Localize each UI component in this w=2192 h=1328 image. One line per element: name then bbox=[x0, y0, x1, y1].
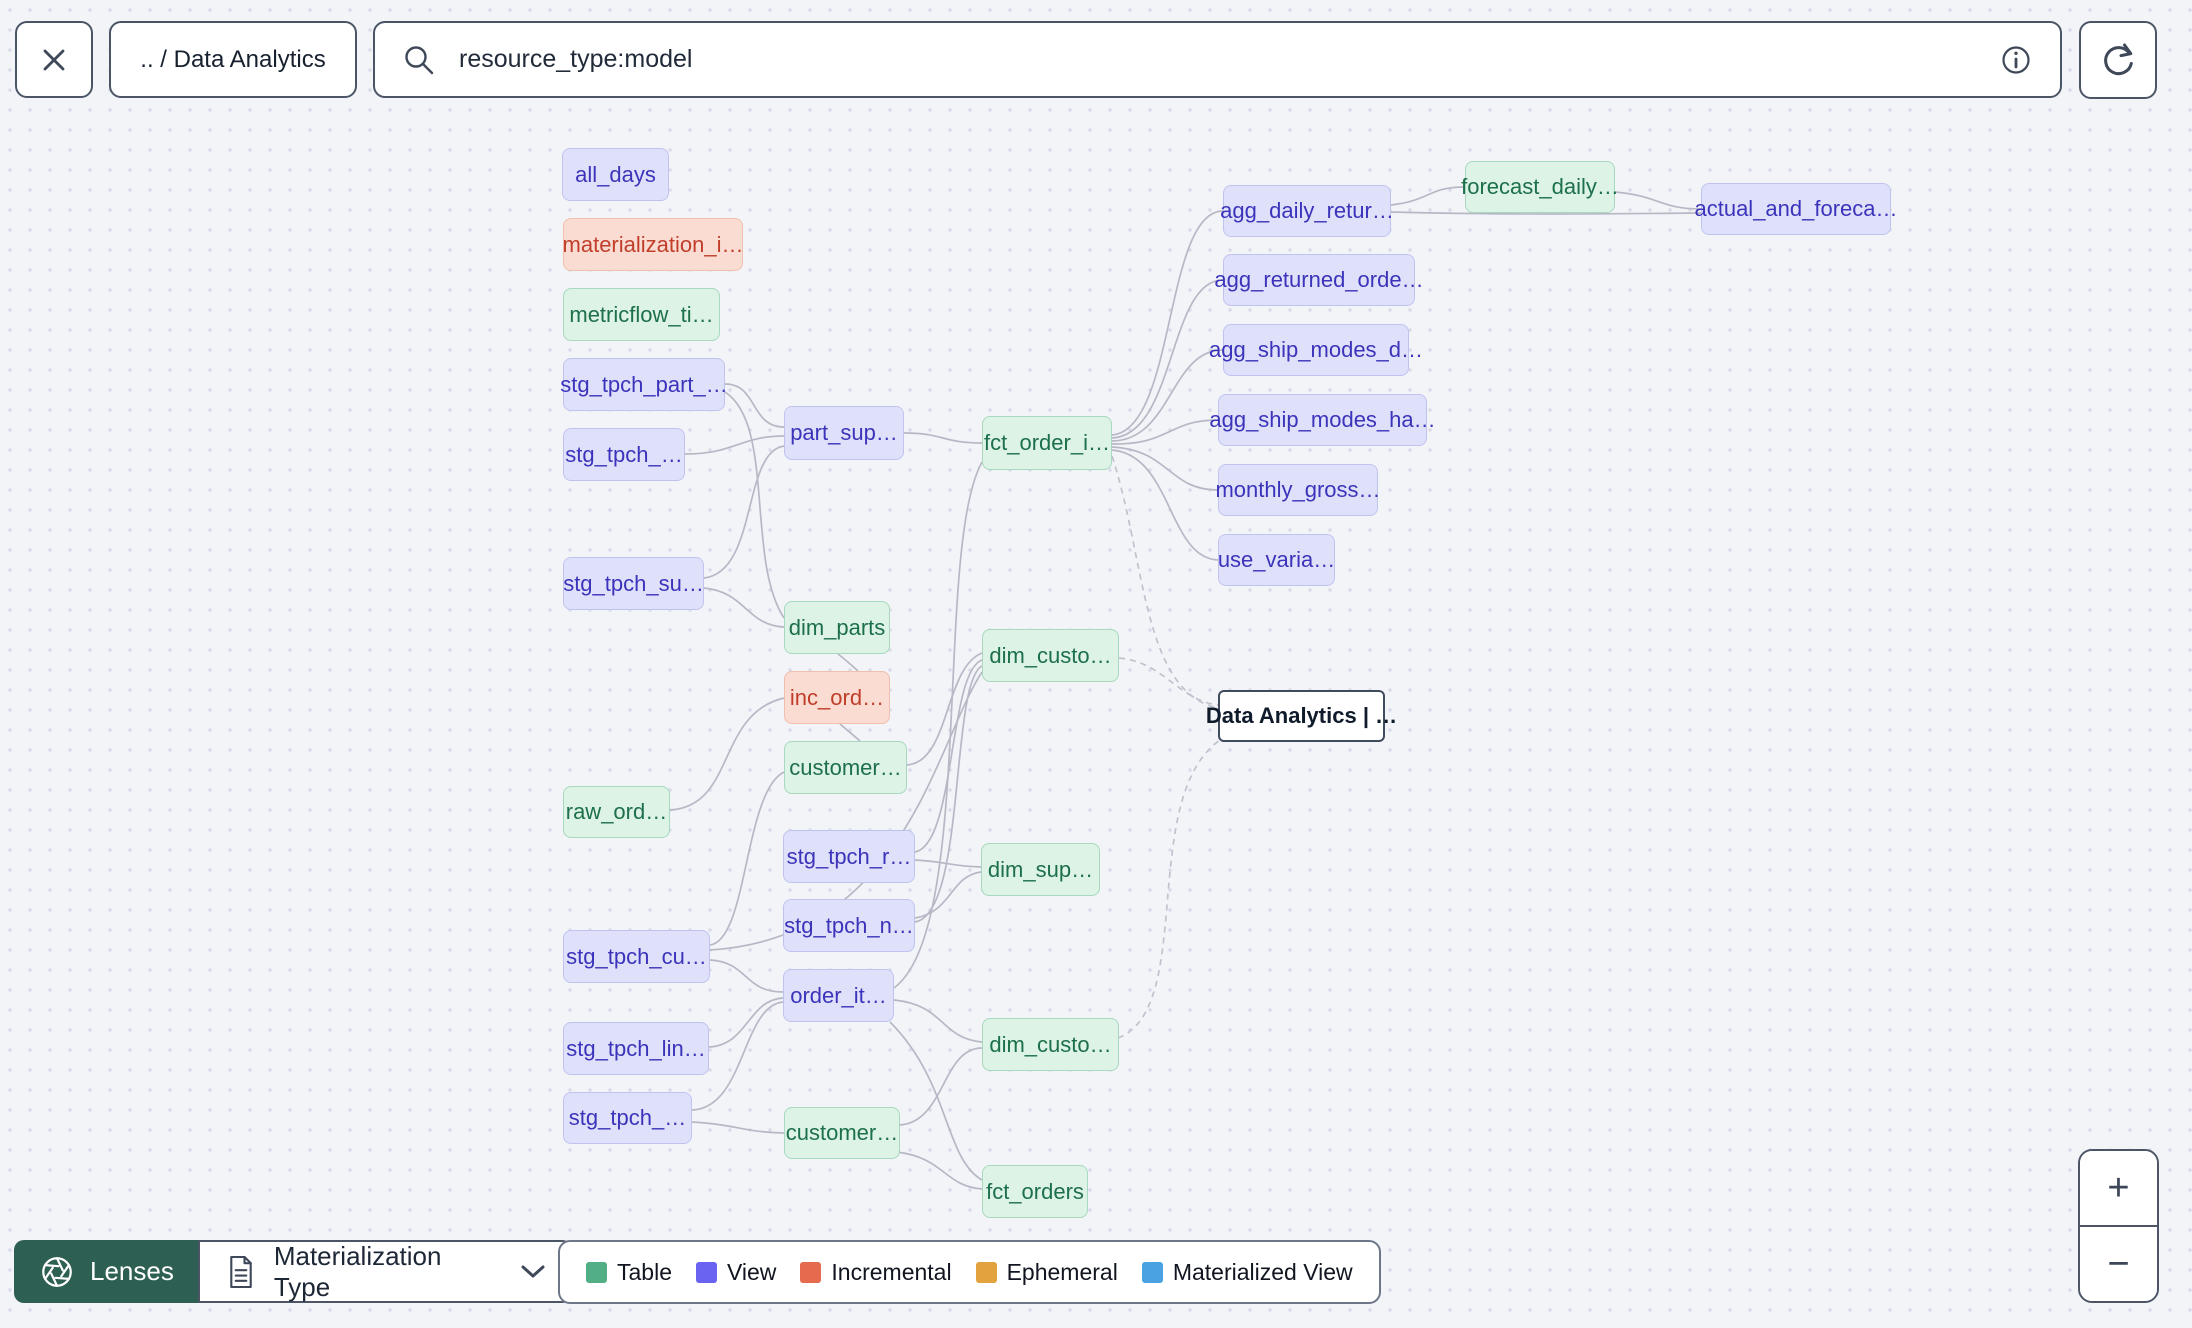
edge bbox=[684, 435, 785, 455]
legend-swatch bbox=[695, 1261, 717, 1283]
graph-node-agg-ship-modes-d[interactable]: agg_ship_modes_d… bbox=[1209, 324, 1423, 376]
graph-node-agg-ship-modes-ha[interactable]: agg_ship_modes_ha… bbox=[1209, 394, 1436, 446]
legend-item-incremental: Incremental bbox=[800, 1258, 952, 1286]
zoom-controls: + − bbox=[2078, 1149, 2159, 1303]
graph-node-customer[interactable]: customer… bbox=[784, 741, 907, 794]
graph-node-dim-custo[interactable]: dim_custo… bbox=[982, 1018, 1119, 1071]
breadcrumb-label: .. / Data Analytics bbox=[140, 45, 326, 73]
graph-node-stg-tpch-n[interactable]: stg_tpch_n… bbox=[783, 899, 915, 952]
edge bbox=[899, 1047, 983, 1126]
graph-node-stg-tpch[interactable]: stg_tpch_… bbox=[563, 428, 685, 481]
graph-node-dim-custo[interactable]: dim_custo… bbox=[982, 629, 1119, 682]
refresh-button[interactable] bbox=[2079, 21, 2157, 99]
graph-node-dim-sup[interactable]: dim_sup… bbox=[981, 843, 1100, 896]
graph-node-metricflow-ti[interactable]: metricflow_ti… bbox=[563, 288, 720, 341]
edge-dashed bbox=[1111, 455, 1219, 709]
legend-label: Incremental bbox=[831, 1258, 952, 1285]
graph-node-part-sup[interactable]: part_sup… bbox=[784, 406, 904, 460]
legend-swatch bbox=[586, 1261, 607, 1283]
graph-node-all-days[interactable]: all_days bbox=[562, 148, 669, 201]
edge bbox=[896, 1151, 983, 1190]
legend-swatch bbox=[800, 1261, 822, 1283]
graph-node-order-it[interactable]: order_it… bbox=[783, 969, 894, 1022]
graph-node-monthly-gross[interactable]: monthly_gross… bbox=[1215, 464, 1381, 516]
legend-label: Materialized View bbox=[1172, 1258, 1353, 1285]
edge bbox=[914, 871, 982, 919]
close-icon bbox=[34, 40, 74, 80]
edge bbox=[1614, 191, 1702, 210]
legend-label: View bbox=[726, 1258, 777, 1285]
edge bbox=[703, 587, 785, 628]
zoom-in-button[interactable]: + bbox=[2080, 1151, 2157, 1225]
lens-selector-dropdown[interactable]: Materialization Type bbox=[197, 1240, 574, 1303]
graph-node-stg-tpch-su[interactable]: stg_tpch_su… bbox=[563, 557, 704, 610]
edge bbox=[893, 999, 983, 1043]
edge bbox=[903, 432, 983, 444]
graph-node-forecast-daily[interactable]: forecast_daily… bbox=[1461, 161, 1619, 213]
edge bbox=[1111, 210, 1224, 436]
edge bbox=[1390, 186, 1466, 206]
graph-node-fct-orders[interactable]: fct_orders bbox=[982, 1165, 1088, 1218]
edge bbox=[691, 1121, 785, 1134]
legend-item-view: View bbox=[695, 1258, 777, 1286]
aperture-icon bbox=[38, 1253, 76, 1291]
graph-node-customer[interactable]: customer… bbox=[784, 1107, 900, 1159]
graph-node-agg-returned-orde[interactable]: agg_returned_orde… bbox=[1214, 254, 1424, 306]
graph-node-stg-tpch-r[interactable]: stg_tpch_r… bbox=[783, 830, 915, 883]
chevron-down-icon bbox=[520, 1264, 546, 1280]
edge bbox=[914, 859, 982, 868]
materialization-legend: Table View Incremental Ephemeral Materialize… bbox=[558, 1240, 1381, 1304]
zoom-out-button[interactable]: − bbox=[2080, 1225, 2157, 1301]
lenses-button[interactable]: Lenses bbox=[14, 1240, 198, 1303]
edge bbox=[1111, 279, 1224, 439]
edge bbox=[837, 653, 859, 672]
legend-swatch bbox=[975, 1261, 997, 1283]
edge bbox=[1111, 419, 1219, 445]
close-button[interactable] bbox=[15, 21, 93, 98]
lineage-app: { "topbar": { "breadcrumb": ".. / Data A… bbox=[0, 0, 2192, 1328]
graph-node-materialization-i[interactable]: materialization_i… bbox=[563, 218, 743, 271]
legend-label: Ephemeral bbox=[1006, 1258, 1118, 1285]
info-icon[interactable] bbox=[1998, 42, 2034, 78]
search-icon bbox=[401, 42, 437, 78]
search-input[interactable] bbox=[457, 44, 1978, 75]
edge-dashed bbox=[1117, 739, 1221, 1039]
breadcrumb[interactable]: .. / Data Analytics bbox=[109, 21, 357, 98]
lenses-label: Lenses bbox=[90, 1256, 174, 1286]
edge bbox=[906, 652, 983, 766]
search-bar bbox=[373, 21, 2062, 98]
legend-label: Table bbox=[617, 1258, 672, 1285]
edge bbox=[724, 383, 785, 428]
graph-node-raw-ord[interactable]: raw_ord… bbox=[563, 786, 670, 838]
document-icon bbox=[226, 1254, 256, 1290]
graph-node-stg-tpch[interactable]: stg_tpch_… bbox=[563, 1092, 692, 1144]
refresh-icon bbox=[2096, 38, 2140, 82]
graph-node-inc-ord[interactable]: inc_ord… bbox=[784, 671, 890, 724]
lenses-group: Lenses Materialization Type bbox=[14, 1240, 574, 1303]
legend-swatch bbox=[1141, 1261, 1163, 1283]
graph-node-data-analytics[interactable]: Data Analytics | … bbox=[1206, 690, 1397, 742]
graph-node-stg-tpch-cu[interactable]: stg_tpch_cu… bbox=[563, 930, 710, 983]
graph-node-fct-order-i[interactable]: fct_order_i… bbox=[982, 416, 1112, 470]
lens-selector-label: Materialization Type bbox=[273, 1240, 442, 1302]
graph-node-stg-tpch-part[interactable]: stg_tpch_part_… bbox=[560, 358, 728, 411]
graph-node-stg-tpch-lin[interactable]: stg_tpch_lin… bbox=[563, 1022, 709, 1075]
edge bbox=[703, 445, 785, 579]
edge bbox=[709, 959, 784, 993]
graph-node-dim-parts[interactable]: dim_parts bbox=[784, 601, 890, 654]
edge bbox=[839, 723, 861, 742]
legend-item-materialized-view: Materialized View bbox=[1141, 1258, 1353, 1286]
graph-node-use-varia[interactable]: use_varia… bbox=[1218, 534, 1335, 586]
legend-item-table: Table bbox=[586, 1259, 672, 1286]
graph-node-agg-daily-retur[interactable]: agg_daily_retur… bbox=[1220, 185, 1394, 237]
legend-item-ephemeral: Ephemeral bbox=[975, 1258, 1118, 1286]
edge-dashed bbox=[1118, 657, 1219, 706]
lineage-canvas[interactable]: all_days materialization_i… metricflow_ti…… bbox=[0, 0, 2192, 1328]
edge bbox=[709, 771, 785, 946]
graph-node-actual-and-foreca[interactable]: actual_and_foreca… bbox=[1694, 183, 1898, 235]
edge bbox=[889, 1021, 983, 1181]
